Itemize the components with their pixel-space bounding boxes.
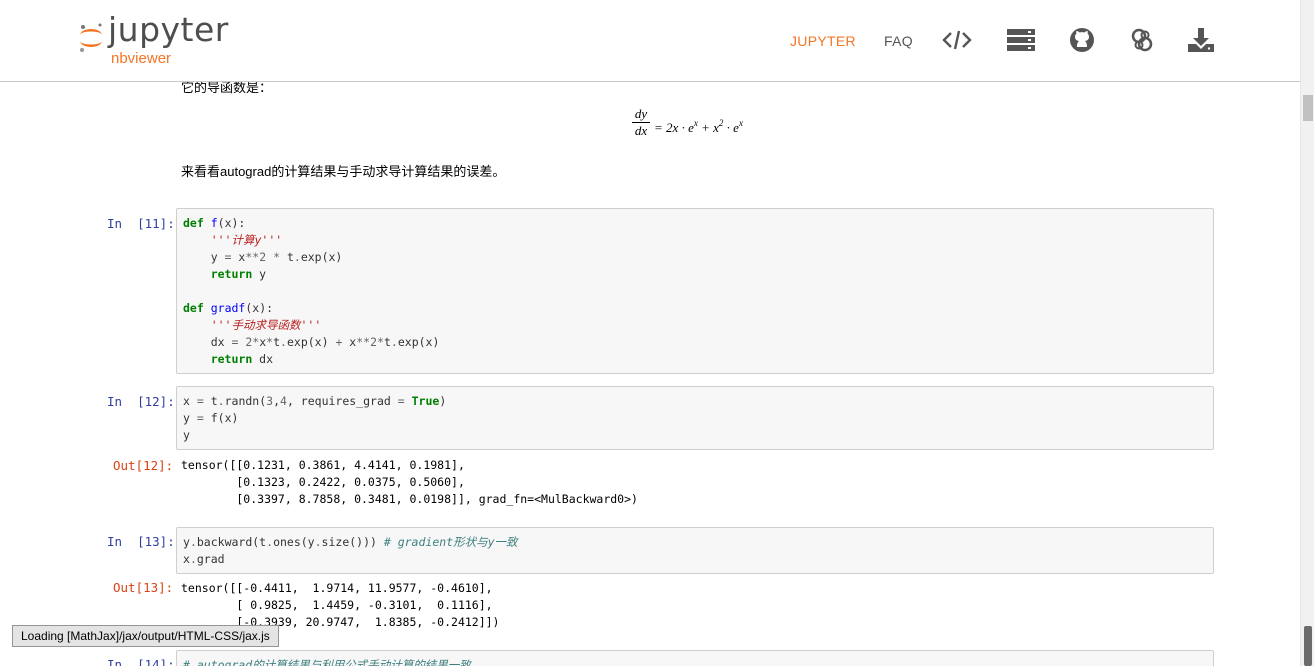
code-comment: # autograd的计算结果与利用公式手动计算的结果一致: [183, 658, 471, 666]
fraction: dy dx: [632, 107, 650, 138]
server-icon[interactable]: [1005, 24, 1037, 56]
scrollbar-indicator: [1304, 626, 1312, 666]
download-icon[interactable]: [1185, 24, 1217, 56]
output-line: [0.1323, 0.2422, 0.0375, 0.5060],: [181, 475, 465, 489]
formula-rhs: = 2x · ex + x2 · ex: [654, 118, 743, 135]
nav-jupyter-link[interactable]: JUPYTER: [790, 33, 856, 49]
code-input[interactable]: y.backward(t.ones(y.size())) # gradient形…: [177, 528, 1213, 568]
scrollbar[interactable]: [1300, 0, 1314, 666]
numerator: dy: [634, 106, 648, 121]
cell-output: tensor([[0.1231, 0.3861, 4.4141, 0.1981]…: [181, 457, 638, 508]
code-input[interactable]: def f(x): '''计算y''' y = x**2 * t.exp(x) …: [177, 209, 1213, 368]
code-icon[interactable]: [941, 24, 973, 56]
logo-text: jupyter: [108, 10, 229, 49]
nbformat-icon[interactable]: [1126, 24, 1158, 56]
scrollbar-thumb[interactable]: [1303, 95, 1313, 121]
logo-subtext: nbviewer: [111, 50, 172, 67]
output-line: tensor([[0.1231, 0.3861, 4.4141, 0.1981]…: [181, 458, 465, 472]
code-cell[interactable]: y.backward(t.ones(y.size())) # gradient形…: [176, 527, 1214, 574]
nav-menu: JUPYTER FAQ: [780, 22, 1230, 58]
output-prompt: Out[13]:: [113, 580, 174, 595]
output-line: [0.3397, 8.7858, 0.3481, 0.0198]], grad_…: [181, 492, 638, 506]
input-prompt: In [11]:: [107, 216, 175, 231]
code-input[interactable]: x = t.randn(3,4, requires_grad = True) y…: [177, 387, 1213, 444]
input-prompt: In [13]:: [107, 534, 175, 549]
output-line: tensor([[-0.4411, 1.9714, 11.9577, -0.46…: [181, 581, 493, 595]
input-prompt: In [12]:: [107, 394, 175, 409]
code-cell[interactable]: x = t.randn(3,4, requires_grad = True) y…: [176, 386, 1214, 450]
code-input[interactable]: # autograd的计算结果与利用公式手动计算的结果一致: [177, 651, 1213, 666]
code-cell[interactable]: def f(x): '''计算y''' y = x**2 * t.exp(x) …: [176, 208, 1214, 374]
nav-faq-link[interactable]: FAQ: [884, 33, 913, 49]
jupyter-logo-icon: [80, 23, 102, 52]
navbar: jupyter nbviewer JUPYTER FAQ: [0, 0, 1300, 82]
jupyter-logo[interactable]: jupyter nbviewer: [78, 10, 258, 72]
denominator: dx: [634, 123, 648, 138]
output-prompt: Out[12]:: [113, 458, 174, 473]
github-icon[interactable]: [1066, 24, 1098, 56]
input-prompt: In [14]:: [107, 657, 175, 666]
notebook-content: 它的导函数是： dy dx = 2x · ex + x2 · ex 来看看aut…: [0, 0, 1300, 666]
code-cell[interactable]: # autograd的计算结果与利用公式手动计算的结果一致: [176, 650, 1214, 666]
cell-output: tensor([[-0.4411, 1.9714, 11.9577, -0.46…: [181, 580, 500, 631]
mathjax-loading-status: Loading [MathJax]/jax/output/HTML-CSS/ja…: [12, 625, 279, 647]
output-line: [ 0.9825, 1.4459, -0.3101, 0.1116],: [181, 598, 493, 612]
markdown-text: 来看看autograd的计算结果与手动求导计算结果的误差。: [181, 164, 506, 179]
